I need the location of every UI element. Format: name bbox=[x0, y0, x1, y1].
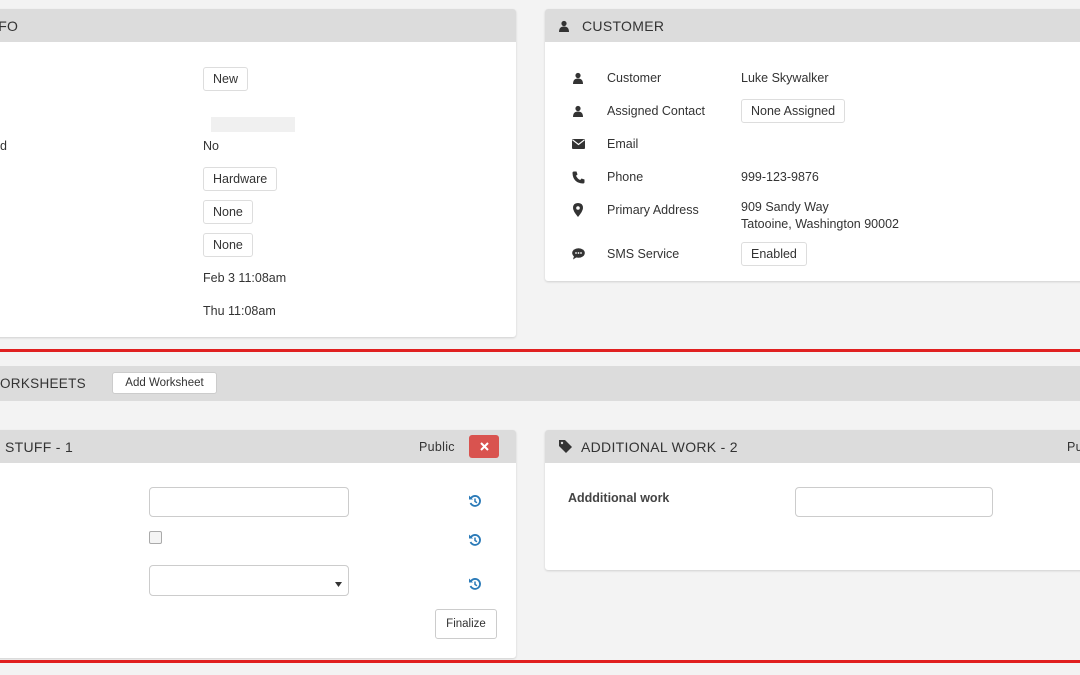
email-label: Email bbox=[607, 137, 639, 151]
assigned-contact-label: Assigned Contact bbox=[607, 104, 705, 118]
worksheet-1-text-input[interactable] bbox=[149, 487, 349, 517]
highlight-line-top bbox=[0, 349, 1080, 352]
worksheet-1-panel: STUFF - 1 Public Finalize bbox=[0, 430, 516, 658]
date-text: Thu 11:08am bbox=[203, 304, 276, 318]
chevron-down-icon bbox=[335, 575, 342, 590]
customer-name-link[interactable]: Luke Skywalker bbox=[741, 71, 829, 85]
none-badge-1: None bbox=[203, 200, 253, 224]
sms-service-label: SMS Service bbox=[607, 247, 680, 261]
customer-panel-title: CUSTOMER bbox=[582, 18, 665, 34]
worksheet-1-checkbox[interactable] bbox=[149, 531, 162, 544]
tag-icon bbox=[558, 439, 572, 453]
user-icon bbox=[557, 19, 571, 33]
address-line-2-link[interactable]: Tatooine, Washington 90002 bbox=[741, 217, 899, 231]
date-link[interactable]: Feb 3 11:08am bbox=[203, 271, 286, 285]
history-icon[interactable] bbox=[468, 533, 484, 549]
phone-label: Phone bbox=[607, 170, 644, 184]
primary-address-label: Primary Address bbox=[607, 203, 699, 217]
info-panel-title: IFO bbox=[0, 18, 19, 34]
customer-panel: CUSTOMER Customer Luke Skywalker Assigne… bbox=[545, 9, 1080, 281]
worksheet-2-title: ADDITIONAL WORK - 2 bbox=[581, 439, 738, 455]
worksheet-1-title: STUFF - 1 bbox=[5, 439, 74, 455]
finalize-button[interactable]: Finalize bbox=[435, 609, 497, 639]
additional-work-label: Addditional work bbox=[568, 491, 670, 505]
user-icon bbox=[571, 104, 585, 118]
worksheet-1-header: STUFF - 1 Public bbox=[0, 430, 516, 463]
customer-panel-header: CUSTOMER bbox=[545, 9, 1080, 42]
address-line-1-link[interactable]: 909 Sandy Way bbox=[741, 200, 829, 214]
additional-work-input[interactable] bbox=[795, 487, 993, 517]
info-panel-header: IFO bbox=[0, 9, 516, 42]
history-icon[interactable] bbox=[468, 577, 484, 593]
phone-number-link[interactable]: 999-123-9876 bbox=[741, 170, 819, 184]
info-panel: IFO New d No Hardware None None Feb 3 11… bbox=[0, 9, 516, 337]
worksheet-1-select[interactable] bbox=[149, 565, 349, 596]
row-value-no: No bbox=[203, 139, 219, 153]
assigned-contact-badge: None Assigned bbox=[741, 99, 846, 123]
worksheet-1-visibility: Public bbox=[419, 440, 455, 454]
worksheets-bar: ORKSHEETS Add Worksheet bbox=[0, 366, 1080, 401]
times-icon bbox=[479, 442, 489, 451]
row-label-partial: d bbox=[0, 139, 7, 153]
chat-icon bbox=[571, 247, 585, 261]
customer-label: Customer bbox=[607, 71, 662, 85]
worksheets-title: ORKSHEETS bbox=[0, 376, 86, 391]
delete-worksheet-button[interactable] bbox=[469, 435, 499, 458]
type-badge: Hardware bbox=[203, 167, 278, 191]
sms-status-badge: Enabled bbox=[741, 242, 807, 266]
add-worksheet-button[interactable]: Add Worksheet bbox=[112, 372, 217, 394]
phone-icon bbox=[571, 170, 585, 184]
envelope-icon bbox=[571, 137, 585, 151]
worksheet-2-header: ADDITIONAL WORK - 2 Pu bbox=[545, 430, 1080, 463]
history-icon[interactable] bbox=[468, 494, 484, 510]
blank-value-placeholder bbox=[211, 117, 295, 132]
worksheet-2-visibility: Pu bbox=[1067, 440, 1080, 454]
worksheet-2-panel: ADDITIONAL WORK - 2 Pu Addditional work bbox=[545, 430, 1080, 570]
none-badge-2: None bbox=[203, 233, 253, 257]
highlight-line-bottom bbox=[0, 660, 1080, 663]
user-icon bbox=[571, 71, 585, 85]
map-marker-icon bbox=[571, 203, 585, 217]
status-badge: New bbox=[203, 67, 249, 91]
